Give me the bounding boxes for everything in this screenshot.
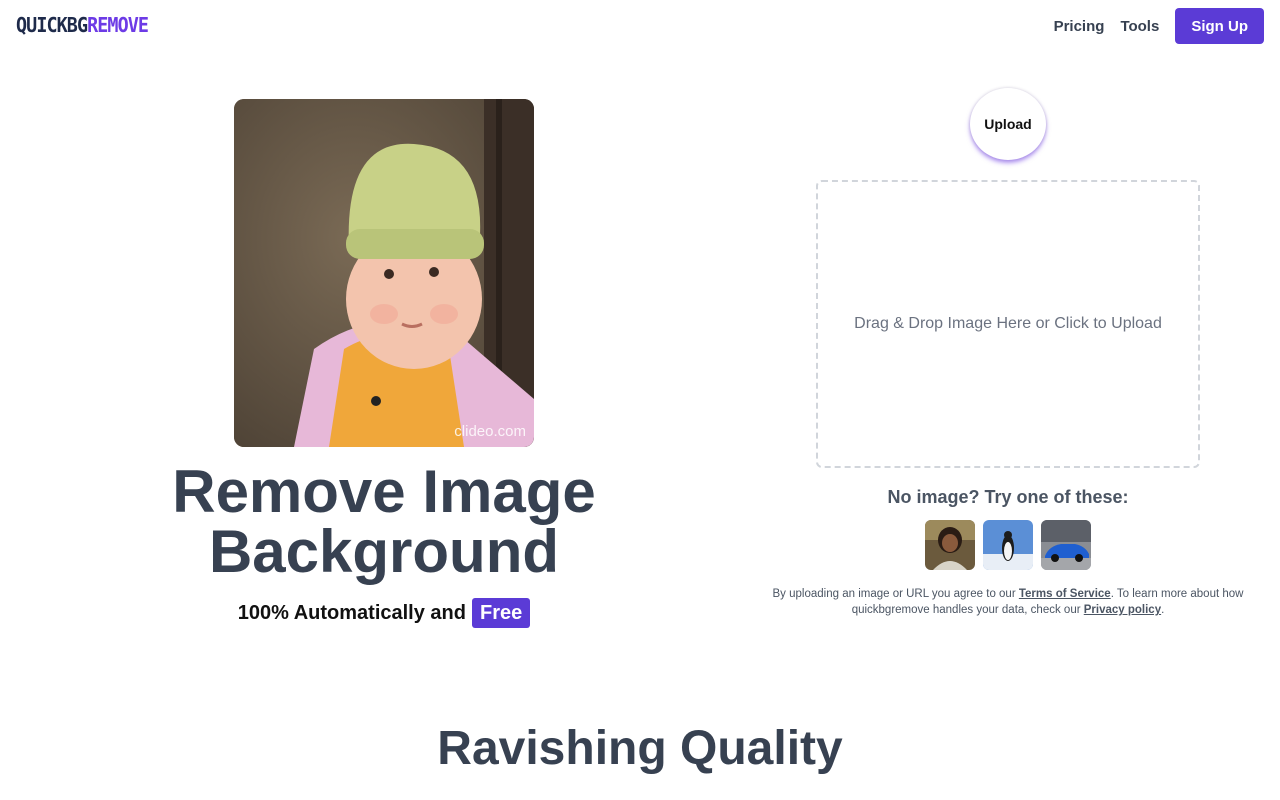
penguin-thumbnail-icon bbox=[983, 520, 1033, 570]
hero-subtitle: 100% Automatically and Free bbox=[84, 598, 684, 628]
terms-of-service-link[interactable]: Terms of Service bbox=[1019, 588, 1111, 600]
person-thumbnail-icon bbox=[925, 520, 975, 570]
sample-person-thumbnail[interactable] bbox=[925, 520, 975, 570]
top-header: QUICKBGREMOVE Pricing Tools Sign Up bbox=[0, 0, 1280, 52]
sign-up-button[interactable]: Sign Up bbox=[1175, 8, 1264, 44]
hero-title-line-2: Background bbox=[208, 518, 560, 585]
main-nav: Pricing Tools Sign Up bbox=[1054, 8, 1264, 44]
hero-example-image: clideo.com bbox=[234, 99, 534, 447]
upload-dropzone[interactable]: Drag & Drop Image Here or Click to Uploa… bbox=[816, 180, 1200, 468]
hero-title-line-1: Remove Image bbox=[172, 458, 596, 525]
sample-images bbox=[925, 520, 1099, 570]
nav-pricing-link[interactable]: Pricing bbox=[1054, 18, 1105, 35]
dropzone-text: Drag & Drop Image Here or Click to Uploa… bbox=[854, 315, 1162, 332]
free-badge: Free bbox=[471, 598, 531, 628]
legal-prefix: By uploading an image or URL you agree t… bbox=[772, 588, 1016, 600]
privacy-policy-link[interactable]: Privacy policy bbox=[1084, 604, 1161, 616]
logo-part-1: QUICKBG bbox=[16, 13, 88, 37]
baby-photo-illustration: clideo.com bbox=[234, 99, 534, 447]
sample-images-title: No image? Try one of these: bbox=[887, 487, 1129, 507]
hero-subtitle-text: 100% Automatically and bbox=[237, 601, 466, 624]
nav-tools-link[interactable]: Tools bbox=[1120, 18, 1159, 35]
sample-penguin-thumbnail[interactable] bbox=[983, 520, 1033, 570]
upload-button[interactable]: Upload bbox=[970, 88, 1046, 160]
image-watermark: clideo.com bbox=[454, 423, 526, 440]
site-logo[interactable]: QUICKBGREMOVE bbox=[16, 12, 149, 38]
legal-suffix: . bbox=[1161, 604, 1165, 616]
section-title-quality: Ravishing Quality bbox=[437, 722, 843, 775]
legal-notice: By uploading an image or URL you agree t… bbox=[752, 586, 1264, 618]
logo-part-2: REMOVE bbox=[87, 13, 149, 37]
hero-title: Remove Image Background bbox=[84, 462, 684, 582]
sample-car-thumbnail[interactable] bbox=[1041, 520, 1091, 570]
car-thumbnail-icon bbox=[1041, 520, 1091, 570]
